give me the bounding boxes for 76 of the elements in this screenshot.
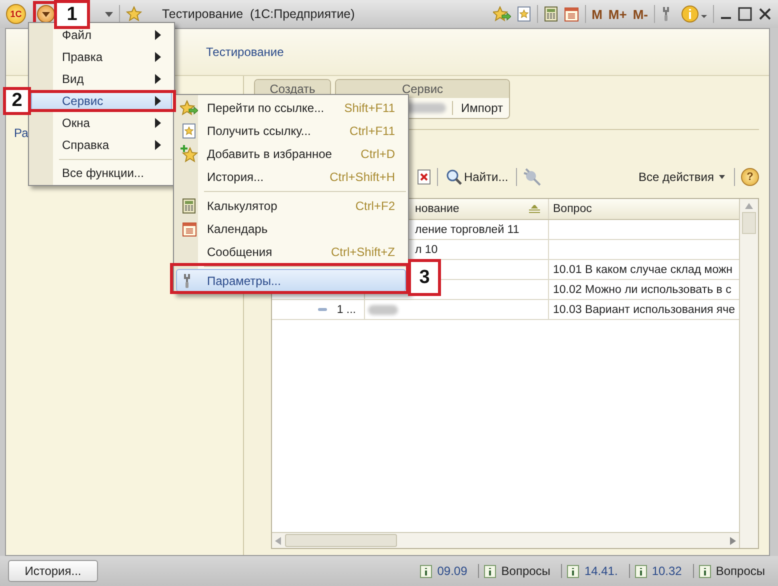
memory-button[interactable]: M- [632,6,648,22]
menu-item[interactable]: Окна [31,112,172,134]
info-icon [420,564,432,578]
table-cell: 10.02 Можно ли использовать в с [553,284,732,296]
menu-item[interactable]: Вид [31,68,172,90]
calendar-icon[interactable] [564,6,579,22]
window-title: Тестирование (1С:Предприятие) [162,7,355,21]
blurred-label [368,304,398,314]
dropdown-caret-icon[interactable] [105,12,113,16]
star-arrow-icon [492,6,511,22]
info-icon [698,564,711,578]
star-arrow-icon [180,100,198,116]
status-item[interactable]: Вопросы [716,564,765,578]
menu-item[interactable]: Сообщения Ctrl+Shift+Z [176,240,406,263]
scroll-left-icon[interactable] [275,536,281,544]
callout-number: 1 [54,0,90,29]
menu-item[interactable]: Добавить в избранное Ctrl+D [176,142,406,165]
status-item[interactable]: 09.09 [437,564,468,578]
info-icon [634,564,647,578]
info-icon [484,564,496,578]
status-item[interactable]: 14.41. [584,564,618,578]
menu-item[interactable]: Все функции... [31,162,172,184]
caret-icon [42,12,50,16]
menu-item[interactable]: Параметры... [176,269,406,292]
search-icon [446,169,462,185]
status-item[interactable]: 10.32 [652,564,682,578]
table-cell: 1 ... [336,304,356,316]
table-cell: л 10 [415,244,438,256]
info-icon [567,564,580,578]
sort-icon [529,205,540,213]
find-button[interactable]: Найти... [444,169,510,185]
group-title: Сервис [336,80,509,98]
scroll-thumb[interactable] [742,212,756,234]
menu-item[interactable]: Калькулятор Ctrl+F2 [176,194,406,217]
all-actions-menu[interactable]: Все действия [636,170,728,184]
table-cell: 10.03 Вариант использования яче [553,304,736,316]
menu-item[interactable]: Справка [31,134,172,156]
menu-item[interactable]: Получить ссылку... Ctrl+F11 [176,119,406,142]
maximize-icon[interactable] [738,7,752,21]
callout-number: 3 [408,259,441,296]
scroll-up-icon[interactable] [745,203,753,209]
table-cell: ление торговлей 11 [415,224,520,236]
calculator-icon [182,198,196,214]
memory-button[interactable]: M+ [608,6,627,22]
scroll-right-icon[interactable] [730,536,736,544]
status-item[interactable]: Вопросы [501,564,550,578]
import-button[interactable]: Импорт [452,101,503,115]
menu-item[interactable]: Календарь [176,217,406,240]
collapse-icon[interactable] [318,305,327,314]
menu-item[interactable]: Перейти по ссылке... Shift+F11 [176,96,406,119]
column-header[interactable]: Вопрос [553,203,592,215]
star-page-icon [182,123,196,139]
close-icon[interactable] [758,7,772,21]
horizontal-scrollbar[interactable] [272,532,739,548]
panel-link[interactable]: Ра [14,126,28,140]
help-button[interactable]: ? [741,168,759,186]
column-header[interactable]: нование [415,203,460,215]
favorites-star-icon[interactable] [126,6,142,22]
star-plus-icon [180,145,198,163]
memory-button[interactable]: M [592,6,602,22]
star-page-icon [516,6,531,22]
menu-item[interactable]: Правка [31,46,172,68]
plug-icon[interactable] [523,168,542,186]
info-icon[interactable] [681,5,707,23]
section-title[interactable]: Тестирование [206,45,284,59]
menu-item[interactable]: История... Ctrl+Shift+H [176,165,406,188]
history-button[interactable]: История... [8,560,98,582]
callout-number: 2 [3,87,31,115]
caret-icon [716,174,726,180]
calendar-icon [182,221,196,237]
table-cell: 10.01 В каком случае склад можн [553,264,733,276]
app-logo[interactable]: 1С [6,4,26,24]
calculator-icon[interactable] [544,6,558,22]
scroll-thumb[interactable] [285,534,397,547]
vertical-scrollbar[interactable] [739,199,758,548]
delete-icon[interactable] [417,169,431,185]
